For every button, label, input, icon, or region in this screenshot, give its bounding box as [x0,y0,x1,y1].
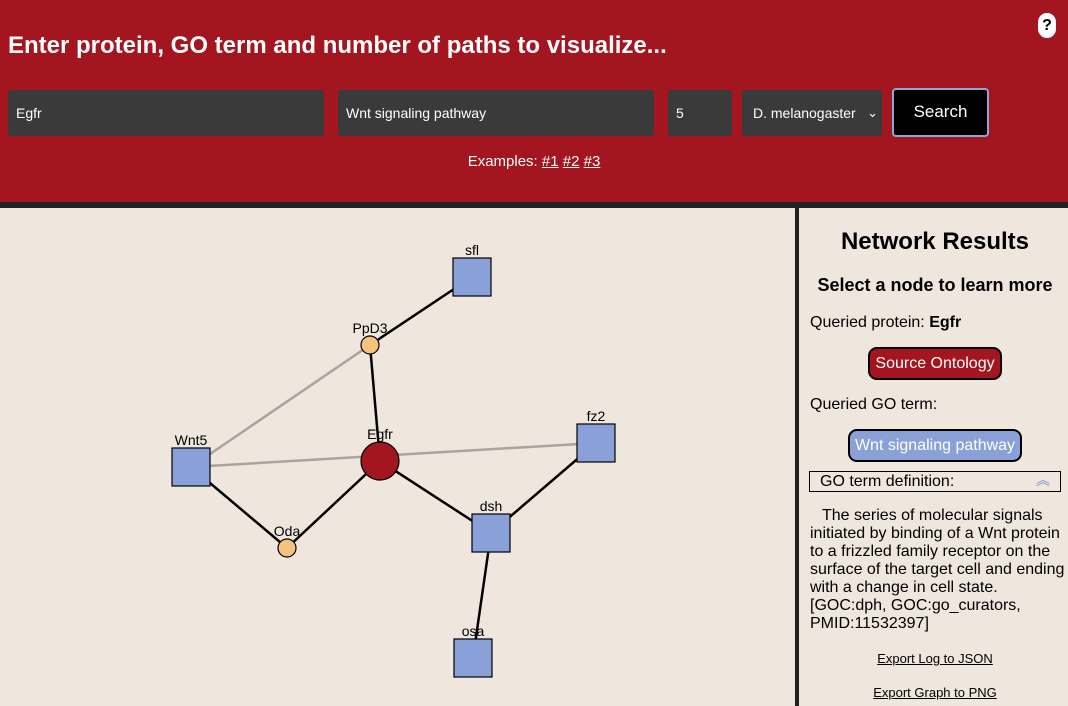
go-term-button[interactable]: Wnt signaling pathway [848,429,1022,462]
queried-protein-row: Queried protein: Egfr [810,314,961,332]
species-selected: D. melanogaster [753,105,856,121]
node-label-sfl: sfl [465,242,479,258]
source-ontology-button[interactable]: Source Ontology [868,347,1002,380]
export-json-link[interactable]: Export Log to JSON [799,651,1068,666]
example-link-3[interactable]: #3 [584,153,601,170]
node-shape-sfl[interactable] [452,257,492,297]
chevron-up-icon: ︽ [1036,472,1050,488]
panel-title: Network Results [840,228,1030,255]
node-sfl[interactable]: sfl [452,242,492,297]
node-label-Wnt5: Wnt5 [175,432,208,448]
node-shape-Egfr[interactable] [360,441,400,481]
node-Wnt5[interactable]: Wnt5 [171,432,211,487]
queried-go-label: Queried GO term: [810,396,938,413]
go-definition-label: GO term definition: [820,473,955,490]
header-bar: Enter protein, GO term and number of pat… [0,0,1068,202]
edge-Wnt5-PpD3 [190,343,371,469]
go-definition-text: The series of molecular signals initiate… [810,507,1065,632]
protein-input[interactable]: Egfr [8,90,324,136]
node-label-fz2: fz2 [587,408,606,424]
node-shape-Wnt5[interactable] [171,447,211,487]
node-label-dsh: dsh [480,498,503,514]
node-label-Egfr: Egfr [367,426,393,442]
node-shape-osa[interactable] [453,638,493,678]
queried-protein-value: Egfr [929,314,962,331]
panel-subtitle: Select a node to learn more [817,275,1053,295]
example-link-2[interactable]: #2 [563,153,580,170]
page-title: Enter protein, GO term and number of pat… [8,32,667,59]
search-button[interactable]: Search [892,88,989,137]
species-select[interactable]: D. melanogaster ⌄ [742,90,882,136]
queried-protein-label: Queried protein: [810,314,925,331]
examples-row: Examples: #1 #2 #3 [0,153,1068,170]
node-shape-Oda[interactable] [277,538,297,558]
nodes-layer: sfl PpD3 Wnt5 Egfr fz2 dsh Oda osa [171,242,616,678]
node-dsh[interactable]: dsh [471,498,511,553]
help-button[interactable]: ? [1038,13,1056,38]
go-definition-toggle[interactable]: GO term definition: ︽ [809,471,1061,492]
go-term-input[interactable]: Wnt signaling pathway [338,90,654,136]
results-panel: Network Results Select a node to learn m… [799,208,1068,706]
node-shape-fz2[interactable] [576,423,616,463]
chevron-down-icon: ⌄ [867,105,878,120]
node-label-osa: osa [462,623,485,639]
node-Egfr[interactable]: Egfr [360,426,400,481]
example-link-1[interactable]: #1 [542,153,559,170]
examples-label: Examples: [467,153,538,170]
node-label-PpD3: PpD3 [352,320,387,336]
node-fz2[interactable]: fz2 [576,408,616,463]
node-shape-PpD3[interactable] [360,335,380,355]
export-png-link[interactable]: Export Graph to PNG [799,685,1068,700]
node-label-Oda: Oda [274,523,301,539]
node-osa[interactable]: osa [453,623,493,678]
node-shape-dsh[interactable] [471,513,511,553]
paths-count-input[interactable]: 5 [668,90,732,136]
network-graph[interactable]: sfl PpD3 Wnt5 Egfr fz2 dsh Oda osa [0,208,795,706]
